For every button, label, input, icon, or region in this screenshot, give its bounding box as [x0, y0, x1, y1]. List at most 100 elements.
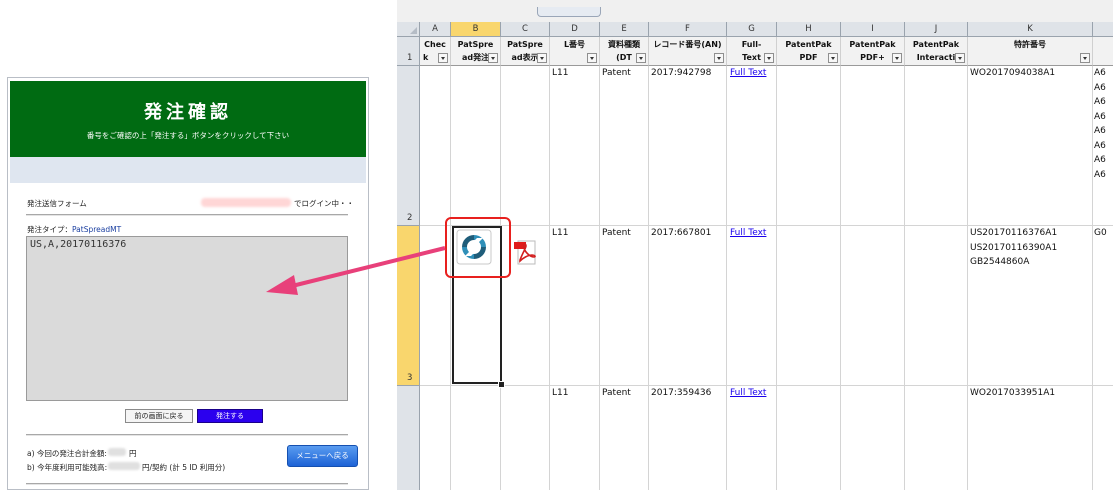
dropdown-arrow-icon[interactable] — [892, 53, 902, 63]
cell-doc-type[interactable]: Patent — [602, 386, 631, 401]
cell-doc-type[interactable]: Patent — [602, 226, 631, 241]
sheet-toolbar — [397, 0, 1113, 23]
dropdown-arrow-icon[interactable] — [955, 53, 965, 63]
cell-next-col[interactable]: A6 — [1094, 66, 1106, 81]
dropdown-arrow-icon[interactable] — [488, 53, 498, 63]
cell-l-number[interactable]: L11 — [552, 226, 568, 241]
fulltext-link[interactable]: Full Text — [730, 226, 766, 241]
column-header-a[interactable]: A — [420, 22, 451, 37]
row-header-3[interactable]: 3 — [397, 226, 420, 386]
cell-next-col[interactable]: A6 — [1094, 110, 1106, 125]
header-cell-patspread-order: PatSpre ad発注 — [451, 37, 501, 66]
menu-button[interactable]: メニューへ戻る — [287, 445, 358, 467]
highlight-box — [445, 217, 511, 278]
fulltext-link[interactable]: Full Text — [730, 386, 766, 401]
column-header-g[interactable]: G — [727, 22, 777, 37]
dropdown-arrow-icon[interactable] — [714, 53, 724, 63]
total-label: a) 今回の発注合計金額: — [27, 449, 107, 458]
form-band — [10, 157, 366, 183]
dropdown-arrow-icon[interactable] — [1080, 53, 1090, 63]
section-label: 発注送信フォーム — [27, 199, 87, 208]
cell-next-col[interactable]: A6 — [1094, 153, 1106, 168]
column-header-l[interactable] — [1093, 22, 1113, 37]
column-header-b[interactable]: B — [451, 22, 501, 37]
column-header-e[interactable]: E — [600, 22, 649, 37]
cell-next-col[interactable]: G0 — [1094, 226, 1107, 241]
header-text: PatSpre — [457, 40, 494, 49]
grid-line — [776, 66, 777, 490]
dropdown-arrow-icon[interactable] — [438, 53, 448, 63]
cell-record-number[interactable]: 2017:359436 — [651, 386, 711, 401]
cell-patent-number[interactable]: WO2017094038A1 — [970, 66, 1055, 81]
cell-doc-type[interactable]: Patent — [602, 66, 631, 81]
header-text: PatentPak — [912, 40, 960, 49]
column-header-h[interactable]: H — [777, 22, 841, 37]
column-header-c[interactable]: C — [501, 22, 550, 37]
grid-line — [450, 66, 451, 490]
grid-line — [599, 66, 600, 490]
back-button[interactable]: 前の画面に戻る — [125, 409, 193, 423]
header-text: 特許番号 — [1014, 40, 1046, 49]
cell-record-number[interactable]: 2017:667801 — [651, 226, 711, 241]
balance-suffix: 円/契約 (計 5 ID 利用分) — [142, 463, 226, 472]
dropdown-arrow-icon[interactable] — [587, 53, 597, 63]
header-cell-patentpak-pdf: PatentPak PDF — [777, 37, 841, 66]
cell-next-col[interactable]: A6 — [1094, 168, 1106, 183]
fulltext-link[interactable]: Full Text — [730, 66, 766, 81]
divider — [26, 214, 348, 216]
grid-line — [549, 66, 550, 490]
dropdown-arrow-icon[interactable] — [636, 53, 646, 63]
cell-next-col[interactable]: A6 — [1094, 95, 1106, 110]
header-text: 資料種類 — [608, 40, 640, 49]
form-header: 発注確認 番号をご確認の上「発注する」ボタンをクリックして下さい — [10, 81, 366, 157]
balance-label: b) 今年度利用可能残高: — [27, 463, 108, 472]
grid-line — [1092, 66, 1093, 490]
select-all-corner[interactable] — [397, 22, 420, 37]
header-cell-fulltext: Full- Text — [727, 37, 777, 66]
order-type-value: PatSpreadMT — [72, 225, 122, 234]
column-header-j[interactable]: J — [905, 22, 968, 37]
redacted-user — [201, 198, 291, 207]
row-header-4[interactable] — [397, 386, 420, 490]
dropdown-arrow-icon[interactable] — [764, 53, 774, 63]
cell-patent-number[interactable]: GB2544860A — [970, 255, 1029, 270]
cell-next-col[interactable]: A6 — [1094, 81, 1106, 96]
fill-handle[interactable] — [498, 381, 505, 388]
cell-patent-number[interactable]: US20170116390A1 — [970, 241, 1057, 256]
cell-record-number[interactable]: 2017:942798 — [651, 66, 711, 81]
pdf-icon[interactable] — [514, 240, 538, 266]
cell-next-col[interactable]: A6 — [1094, 124, 1106, 139]
form-title: 発注確認 — [144, 102, 232, 123]
order-button[interactable]: 発注する — [197, 409, 263, 423]
header-cell-patentpak-pdfplus: PatentPak PDF+ — [841, 37, 905, 66]
row-header-2[interactable]: 2 — [397, 66, 420, 226]
dropdown-arrow-icon[interactable] — [828, 53, 838, 63]
order-confirmation-window: 発注確認 番号をご確認の上「発注する」ボタンをクリックして下さい 発注送信フォー… — [7, 77, 369, 490]
column-header-k[interactable]: K — [968, 22, 1093, 37]
column-header-d[interactable]: D — [550, 22, 600, 37]
form-subtitle: 番号をご確認の上「発注する」ボタンをクリックして下さい — [86, 131, 290, 140]
header-cell-patentpak-interactive: PatentPak Interacti — [905, 37, 968, 66]
header-text: レコード番号(AN) — [653, 40, 722, 49]
header-text: L番号 — [563, 40, 586, 49]
cell-l-number[interactable]: L11 — [552, 386, 568, 401]
cell-patent-number[interactable]: US20170116376A1 — [970, 226, 1057, 241]
grid-line — [726, 66, 727, 490]
header-text: Full- — [741, 40, 762, 49]
header-cell-patent-number: 特許番号 — [968, 37, 1093, 66]
header-cell-record-number: レコード番号(AN) — [649, 37, 727, 66]
grid-line — [840, 66, 841, 490]
header-cell-next — [1093, 37, 1113, 66]
row-header-1[interactable]: 1 — [397, 37, 420, 66]
redacted-balance — [108, 462, 140, 470]
dropdown-arrow-icon[interactable] — [537, 53, 547, 63]
cell-next-col[interactable]: A6 — [1094, 139, 1106, 154]
order-numbers-textarea[interactable]: US,A,20170116376 — [26, 236, 348, 401]
order-type-label: 発注タイプ：PatSpreadMT — [27, 224, 121, 235]
cell-l-number[interactable]: L11 — [552, 66, 568, 81]
header-cell-patspread-display: PatSpre ad表示 — [501, 37, 550, 66]
cell-patent-number[interactable]: WO2017033951A1 — [970, 386, 1055, 401]
grid-line — [648, 66, 649, 490]
column-header-f[interactable]: F — [649, 22, 727, 37]
column-header-i[interactable]: I — [841, 22, 905, 37]
